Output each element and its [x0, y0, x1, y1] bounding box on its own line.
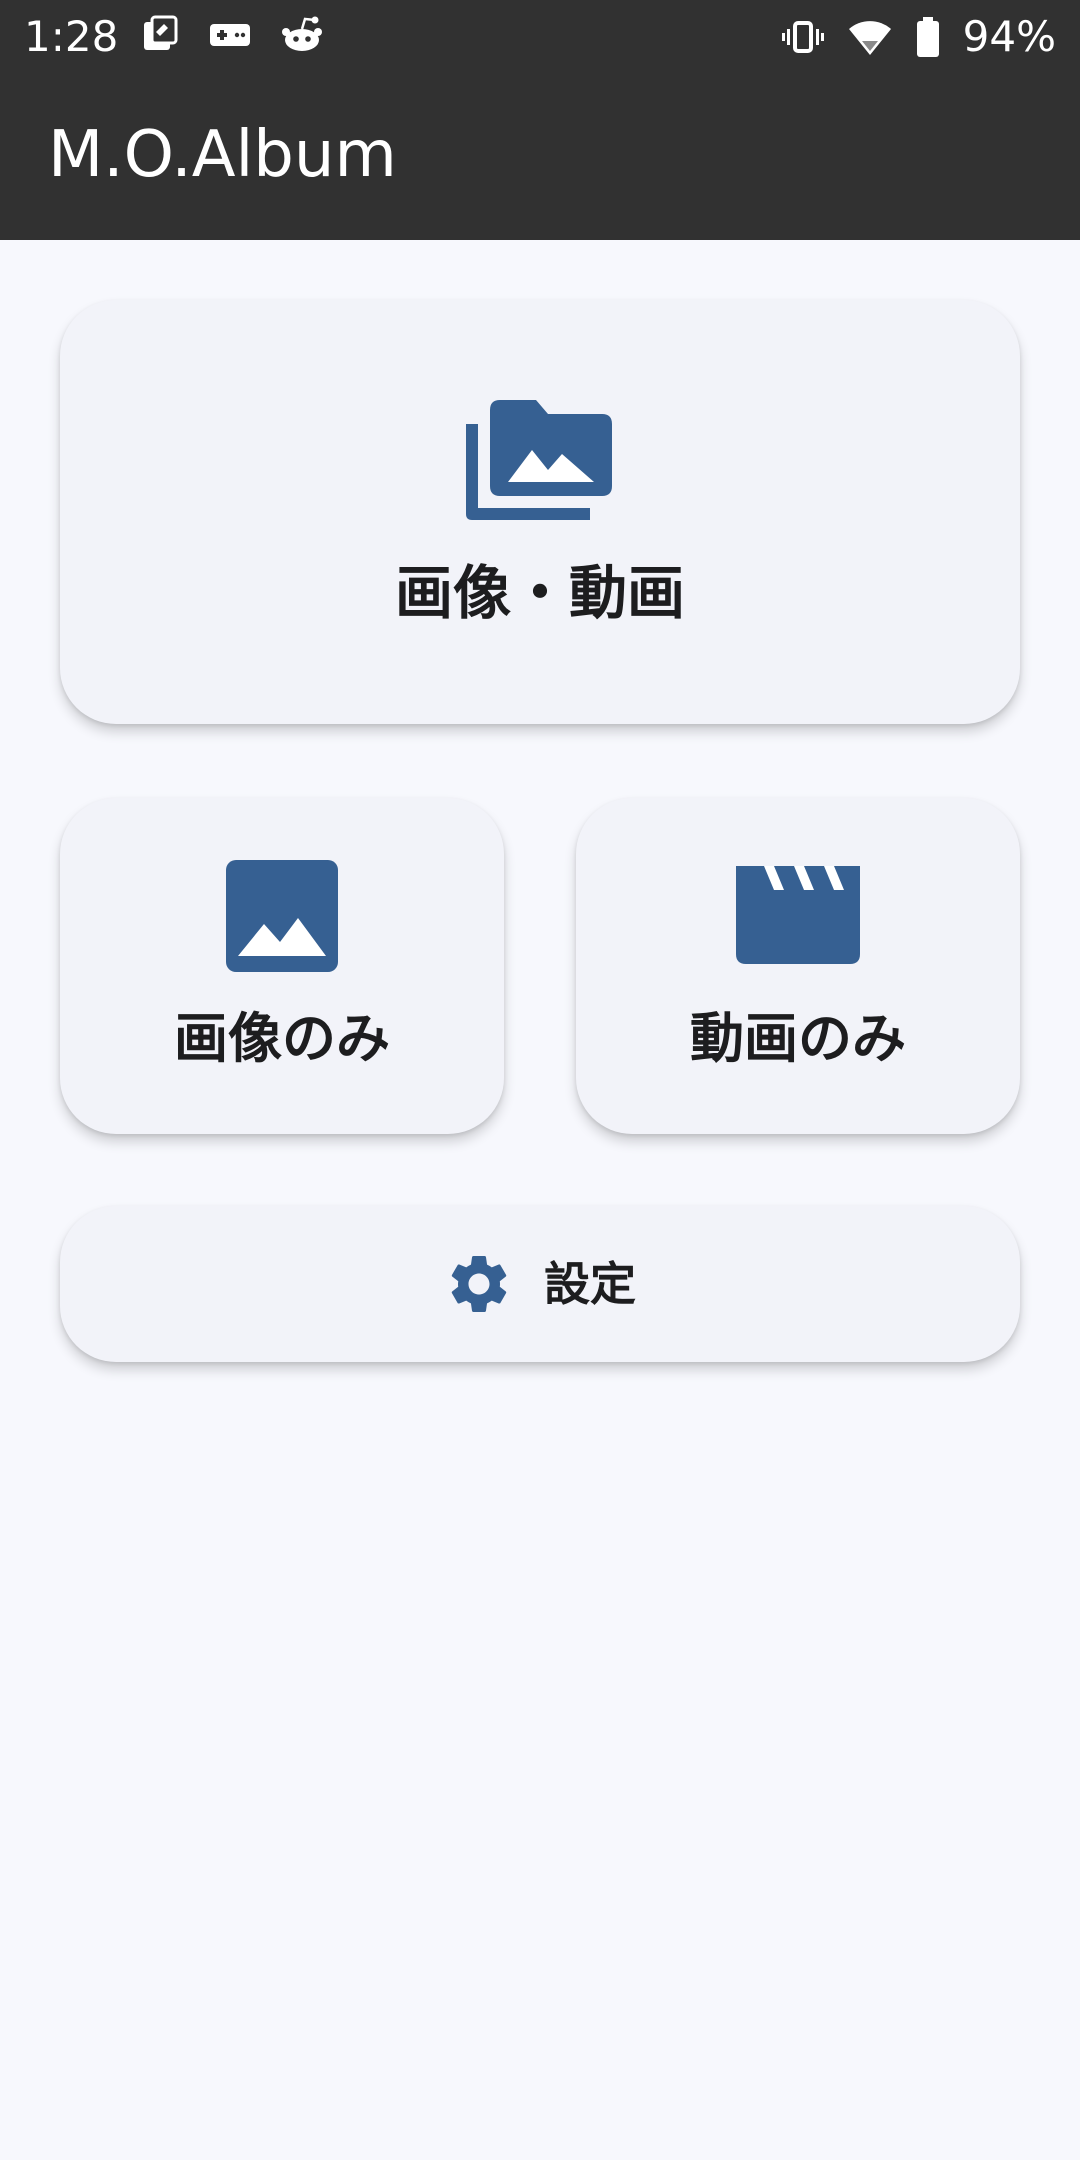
wifi-icon	[847, 17, 893, 57]
images-only-label: 画像のみ	[174, 1007, 390, 1070]
game-controller-icon	[208, 14, 252, 54]
movie-clapper-icon	[736, 866, 860, 964]
battery-icon	[915, 16, 941, 58]
photo-library-icon	[466, 400, 614, 524]
settings-row: 設定	[60, 1206, 1020, 1362]
status-notification-icons	[140, 14, 324, 54]
videos-only-label: 動画のみ	[690, 1007, 906, 1070]
app-title: M.O.Album	[48, 118, 397, 192]
status-time: 1:28	[24, 12, 119, 61]
image-icon	[226, 860, 338, 972]
status-system-icons: 94%	[781, 12, 1056, 62]
settings-label: 設定	[544, 1257, 636, 1311]
battery-percentage: 94%	[962, 12, 1056, 61]
notification-card-icon	[140, 14, 180, 54]
all-media-label: 画像・動画	[394, 559, 685, 627]
videos-only-button[interactable]: 動画のみ	[576, 798, 1020, 1134]
images-only-button[interactable]: 画像のみ	[60, 798, 504, 1134]
app-bar: M.O.Album	[0, 75, 1080, 240]
settings-button[interactable]: 設定	[60, 1206, 1020, 1362]
vibrate-icon	[781, 17, 825, 57]
all-media-button[interactable]: 画像・動画	[60, 300, 1020, 724]
reddit-icon	[280, 14, 324, 54]
status-bar: 1:28 94%	[0, 0, 1080, 75]
gear-icon	[444, 1249, 514, 1319]
